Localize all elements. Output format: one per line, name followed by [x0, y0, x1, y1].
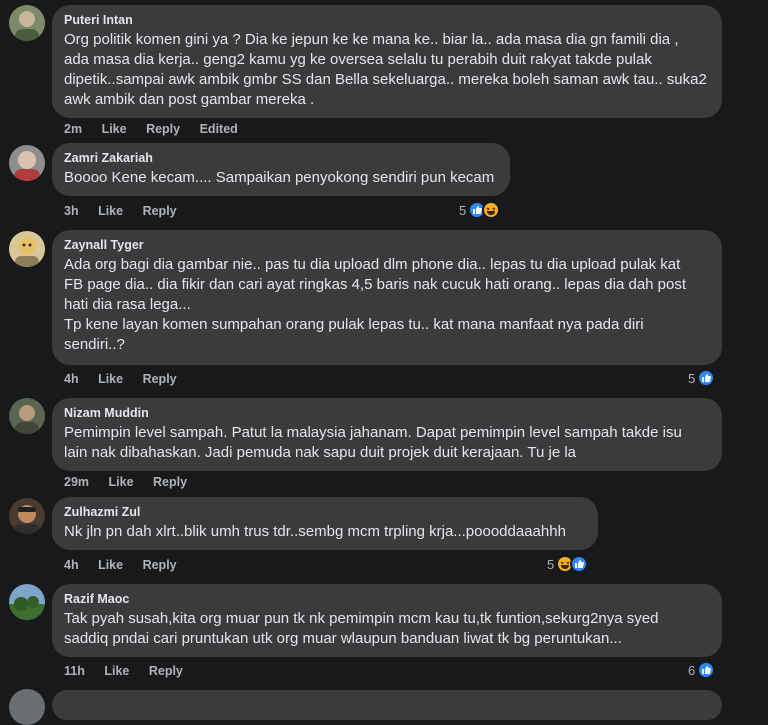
comment-time[interactable]: 3h [64, 204, 79, 218]
comment-text: Nk jln pn dah xlrt..blik umh trus tdr..s… [64, 522, 586, 542]
comment-time[interactable]: 2m [64, 122, 82, 136]
reaction-summary[interactable]: 5 [459, 201, 501, 219]
reaction-summary[interactable]: 6 [688, 661, 716, 679]
avatar[interactable] [9, 689, 45, 725]
comment-line: Org politik komen gini ya ? Dia ke jepun… [64, 31, 679, 48]
comment-actions: 29m Like Reply [64, 475, 203, 489]
comment-line: Boooo Kene kecam.... Sampaikan penyokong… [64, 169, 495, 186]
avatar-image [9, 231, 45, 267]
comment-line: Tak pyah susah,kita org muar pun tk nk p… [64, 610, 659, 627]
reaction-count: 5 [459, 202, 467, 218]
comment-actions: 11h Like Reply [64, 664, 199, 678]
comment-line: hati dia rasa lega... [64, 296, 191, 313]
avatar-image [9, 398, 45, 434]
comment-author[interactable]: Razif Maoc [64, 591, 710, 607]
like-reaction-icon [570, 555, 589, 573]
comment-bubble: Zaynall Tyger Ada org bagi dia gambar ni… [52, 230, 722, 365]
comment-line: Ada org bagi dia gambar nie.. pas tu dia… [64, 256, 681, 273]
comment-author[interactable]: Nizam Muddin [64, 405, 710, 421]
reply-button[interactable]: Reply [143, 372, 177, 386]
like-button[interactable]: Like [98, 372, 123, 386]
comment-text: Org politik komen gini ya ? Dia ke jepun… [64, 30, 710, 110]
comment-actions: 3h Like Reply [64, 204, 193, 218]
comment-line: Nk jln pn dah xlrt..blik umh trus tdr..s… [64, 523, 566, 540]
comment-text: Pemimpin level sampah. Patut la malaysia… [64, 423, 710, 463]
reply-button[interactable]: Reply [143, 204, 177, 218]
comment-time[interactable]: 4h [64, 558, 79, 572]
comment-author[interactable]: Puteri Intan [64, 12, 710, 28]
comment-line: Tp kene layan komen sumpahan orang pulak… [64, 316, 644, 333]
comment-line: dipetik..sampai awk ambik gmbr SS dan Be… [64, 71, 707, 88]
avatar[interactable] [9, 231, 45, 267]
avatar-image [9, 5, 45, 41]
comment-bubble: Razif Maoc Tak pyah susah,kita org muar … [52, 584, 722, 657]
avatar[interactable] [9, 498, 45, 534]
avatar[interactable] [9, 145, 45, 181]
comment-time[interactable]: 4h [64, 372, 79, 386]
comment-time[interactable]: 11h [64, 664, 85, 678]
reply-button[interactable]: Reply [149, 664, 183, 678]
comment-author[interactable]: Zamri Zakariah [64, 150, 498, 166]
like-reaction-icon [697, 369, 716, 387]
like-button[interactable]: Like [98, 204, 123, 218]
avatar[interactable] [9, 398, 45, 434]
comment-bubble: Puteri Intan Org politik komen gini ya ?… [52, 5, 722, 118]
comment-line: Pemimpin level sampah. Patut la malaysia… [64, 424, 682, 441]
comment-bubble [52, 690, 722, 720]
comment-text: Ada org bagi dia gambar nie.. pas tu dia… [64, 255, 710, 355]
comment-author[interactable]: Zaynall Tyger [64, 237, 710, 253]
comment-text: Boooo Kene kecam.... Sampaikan penyokong… [64, 168, 498, 188]
haha-reaction-icon [482, 201, 501, 219]
like-reaction-icon [697, 661, 716, 679]
avatar[interactable] [9, 584, 45, 620]
comment-actions: 2m Like Reply Edited [64, 122, 254, 136]
reaction-summary[interactable]: 5 [688, 369, 716, 387]
like-button[interactable]: Like [98, 558, 123, 572]
comment-actions: 4h Like Reply [64, 558, 193, 572]
comment-line: ada masa dia kerja.. geng2 kamu yg ke ov… [64, 51, 652, 68]
reply-button[interactable]: Reply [143, 558, 177, 572]
edited-label[interactable]: Edited [200, 122, 238, 136]
like-button[interactable]: Like [104, 664, 129, 678]
avatar-image [9, 584, 45, 620]
avatar[interactable] [9, 5, 45, 41]
comment-bubble: Nizam Muddin Pemimpin level sampah. Patu… [52, 398, 722, 471]
comment-bubble: Zamri Zakariah Boooo Kene kecam.... Samp… [52, 143, 510, 196]
reply-button[interactable]: Reply [153, 475, 187, 489]
avatar-image [9, 498, 45, 534]
comment-text: Tak pyah susah,kita org muar pun tk nk p… [64, 609, 710, 649]
comment-bubble: Zulhazmi Zul Nk jln pn dah xlrt..blik um… [52, 497, 598, 550]
comment-author[interactable]: Zulhazmi Zul [64, 504, 586, 520]
reaction-count: 5 [688, 370, 696, 386]
reaction-count: 5 [547, 556, 555, 572]
like-button[interactable]: Like [102, 122, 127, 136]
comment-line: FB page dia.. dia fikir dan cari ayat ri… [64, 276, 687, 293]
comment-line: saddiq pndai cari pruntukan utk org muar… [64, 630, 622, 647]
reaction-count: 6 [688, 662, 696, 678]
comment-line: sendiri..? [64, 336, 125, 353]
avatar-image [9, 145, 45, 181]
comment-line: awk ambik dan post gambar mereka . [64, 91, 315, 108]
like-button[interactable]: Like [109, 475, 134, 489]
reaction-summary[interactable]: 5 [547, 555, 589, 573]
reply-button[interactable]: Reply [146, 122, 180, 136]
comment-line: lain nak dibahaskan. Jadi pemuda nak sap… [64, 444, 576, 461]
comment-time[interactable]: 29m [64, 475, 89, 489]
comment-actions: 4h Like Reply [64, 372, 193, 386]
